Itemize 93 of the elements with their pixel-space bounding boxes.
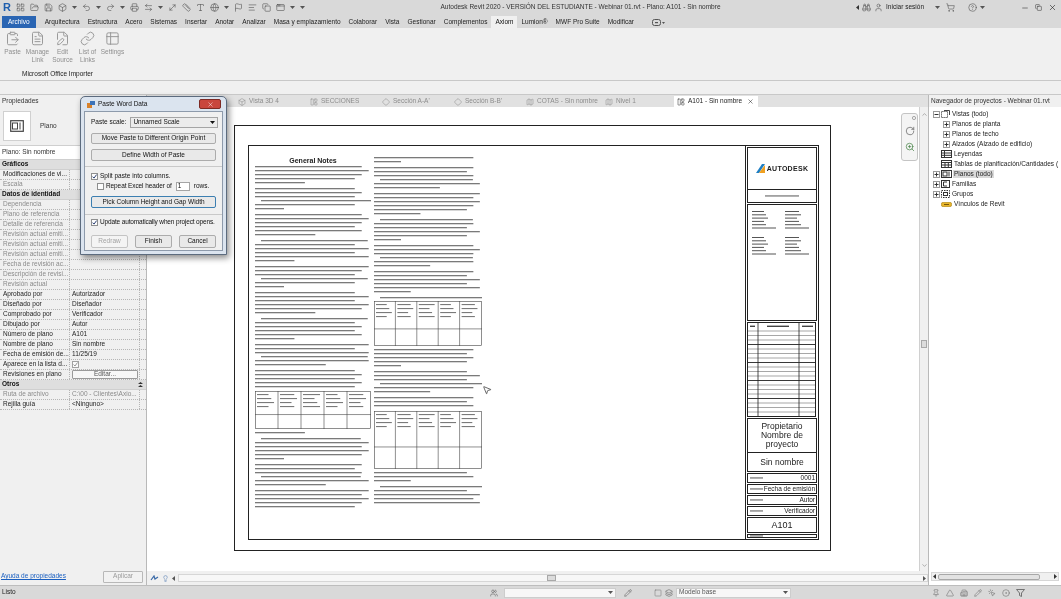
close-icon[interactable] (206, 100, 214, 108)
scroll-thumb[interactable] (547, 575, 556, 581)
ribbon-toggle-icon[interactable] (652, 19, 665, 26)
save-icon[interactable] (43, 3, 53, 12)
expand-icon[interactable] (932, 180, 940, 188)
sheet-number: A101 (771, 520, 793, 530)
target-icon[interactable] (1002, 588, 1010, 597)
close-icon[interactable] (747, 98, 755, 105)
triangle-left-icon[interactable] (172, 575, 175, 581)
zoom-icon[interactable] (904, 142, 915, 152)
help-icon[interactable] (968, 3, 977, 12)
pointer-click-icon[interactable] (988, 588, 996, 597)
triangle-left-icon[interactable] (933, 574, 936, 579)
user-icon[interactable] (874, 3, 884, 12)
collapse-icon[interactable] (138, 382, 143, 387)
layers-icon[interactable] (665, 588, 673, 597)
expand-icon[interactable] (942, 130, 950, 138)
scroll-down-icon[interactable] (920, 562, 928, 569)
folder-open-icon[interactable] (29, 3, 39, 12)
close-icon[interactable] (1048, 3, 1057, 12)
link-icon (941, 201, 952, 207)
lines-icon[interactable] (247, 3, 257, 12)
square-icon[interactable] (654, 588, 662, 597)
sheet-icon[interactable] (676, 97, 685, 106)
restore-icon[interactable] (1035, 4, 1042, 11)
triangle-right-icon[interactable] (1054, 574, 1057, 579)
owner-text: Propietario (761, 422, 803, 431)
navigation-bar[interactable] (901, 113, 918, 161)
dashed-square-icon (941, 110, 950, 118)
checkbox[interactable] (91, 218, 98, 226)
map-icon[interactable] (526, 97, 534, 106)
bracket-box-icon (941, 180, 950, 188)
pencil-icon[interactable] (974, 588, 982, 597)
expand-icon[interactable] (932, 170, 940, 178)
rotate-icon[interactable] (904, 126, 915, 136)
table-icon (941, 160, 952, 168)
caret-icon[interactable] (608, 591, 613, 594)
triangle-left-icon[interactable] (856, 5, 860, 10)
checkbox[interactable] (72, 361, 79, 368)
window-icon[interactable] (275, 3, 285, 12)
sheet-type-icon (3, 111, 31, 141)
app-logo[interactable]: R (3, 2, 11, 13)
text-icon[interactable] (195, 3, 205, 12)
cube-icon[interactable] (238, 97, 246, 106)
globe-icon[interactable] (209, 3, 219, 12)
list-icon (941, 150, 952, 158)
checkbox[interactable] (97, 183, 104, 190)
horizontal-scrollbar[interactable] (931, 572, 1059, 581)
expand-icon[interactable] (942, 120, 950, 128)
diagonal-arrow-icon[interactable] (167, 3, 177, 12)
logo-icon (755, 164, 765, 173)
expand-icon[interactable] (932, 190, 940, 198)
vertical-scrollbar[interactable] (919, 107, 928, 571)
diamond-icon[interactable] (454, 97, 462, 106)
ruler-icon[interactable] (181, 3, 191, 12)
grid-icon[interactable] (15, 3, 25, 12)
mouse-pointer-icon (482, 385, 492, 395)
diamond-icon[interactable] (382, 97, 390, 106)
funnel-icon[interactable] (1016, 588, 1025, 597)
scroll-thumb[interactable] (921, 340, 927, 348)
building-icon[interactable] (960, 588, 968, 597)
zigzag-icon[interactable] (150, 575, 159, 581)
scroll-thumb[interactable] (938, 573, 1040, 580)
project-name-label: Nombre de proyecto (759, 431, 805, 449)
windows-icon[interactable] (261, 3, 271, 12)
sheet-icon (941, 170, 952, 178)
project-name: Sin nombre (760, 457, 804, 467)
caret-icon[interactable] (210, 121, 215, 124)
cart-icon[interactable] (946, 3, 955, 12)
triangle-icon[interactable] (946, 588, 954, 597)
scroll-up-icon[interactable] (920, 111, 928, 118)
undo-icon[interactable] (81, 3, 91, 12)
consultant-text-drawing (752, 211, 812, 257)
pin-icon[interactable] (932, 588, 940, 597)
dashed-box-icon (941, 190, 950, 198)
close-button[interactable] (199, 99, 221, 109)
flag-icon[interactable] (233, 3, 243, 12)
horizontal-scrollbar[interactable] (178, 574, 928, 582)
redo-icon[interactable] (105, 3, 115, 12)
circle-icon[interactable] (912, 116, 916, 120)
expand-icon[interactable] (942, 140, 950, 148)
collapse-icon[interactable] (932, 110, 940, 118)
sheet-icon[interactable] (310, 97, 318, 106)
triangle-right-icon[interactable] (923, 575, 926, 581)
caret-icon[interactable] (783, 591, 788, 594)
map-icon[interactable] (604, 97, 613, 106)
pencil-icon[interactable] (624, 588, 632, 597)
printer-icon[interactable] (129, 3, 139, 12)
arrows-icon[interactable] (143, 3, 153, 12)
users-icon[interactable] (490, 588, 498, 597)
cube-icon[interactable] (57, 3, 67, 12)
checkbox[interactable] (91, 172, 98, 180)
app-icon (87, 100, 95, 108)
